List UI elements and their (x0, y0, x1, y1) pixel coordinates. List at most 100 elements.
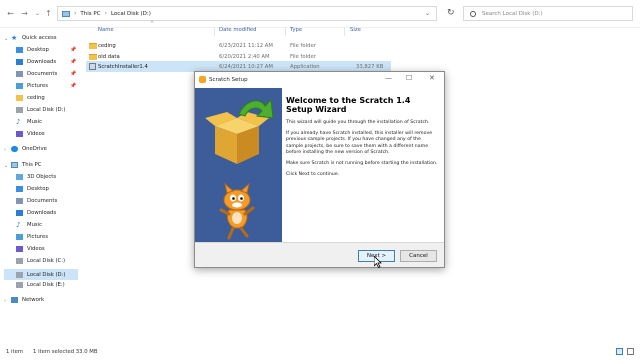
details-view-icon[interactable] (616, 348, 623, 355)
nav-pc-desktop[interactable]: Desktop (16, 186, 49, 192)
file-date: 6/23/2021 11:12 AM (219, 42, 273, 49)
dialog-titlebar[interactable]: Scratch Setup — ☐ ✕ (195, 72, 444, 88)
nav-pc-documents[interactable]: Documents (16, 198, 57, 204)
nav-label: Videos (27, 246, 45, 252)
file-type: File folder (290, 53, 316, 60)
nav-pc-music[interactable]: ♪ Music (16, 222, 42, 229)
minimize-icon[interactable]: — (385, 74, 392, 82)
nav-local-disk-d-quick[interactable]: Local Disk (D:) (16, 107, 65, 113)
breadcrumb-this-pc[interactable]: This PC (80, 11, 100, 17)
back-arrow-icon[interactable]: ← (4, 7, 17, 20)
column-header-name[interactable]: Name (98, 27, 114, 33)
nav-label: Pictures (27, 234, 48, 240)
status-selection: 1 item selected 33.0 MB (33, 349, 98, 355)
cancel-button[interactable]: Cancel (400, 250, 437, 262)
setup-app-icon (199, 76, 206, 83)
star-icon: ★ (11, 34, 18, 42)
large-icons-view-icon[interactable] (627, 348, 634, 355)
column-divider[interactable] (285, 27, 286, 36)
nav-3d-objects[interactable]: 3D Objects (16, 174, 56, 180)
dialog-title: Scratch Setup (209, 77, 248, 83)
nav-pictures[interactable]: Pictures (16, 83, 48, 89)
pin-icon: 📌 (70, 83, 77, 89)
column-header-date[interactable]: Date modified (219, 27, 257, 33)
desktop-icon (16, 47, 23, 53)
nav-label: Local Disk (C:) (27, 258, 66, 264)
address-bar[interactable]: › This PC › Local Disk (D:) ⌄ (57, 6, 437, 21)
nav-label: 3D Objects (27, 174, 57, 180)
breadcrumb-local-disk-d[interactable]: Local Disk (D:) (111, 11, 151, 17)
file-name: old data (98, 53, 120, 60)
documents-icon (16, 71, 23, 77)
chevron-right-icon: › (104, 10, 107, 17)
nav-downloads[interactable]: Downloads (16, 59, 56, 65)
nav-label: Network (22, 297, 45, 303)
file-row[interactable]: ceding 6/23/2021 11:12 AM File folder (86, 40, 391, 51)
column-divider[interactable] (214, 27, 215, 36)
nav-local-disk-c[interactable]: Local Disk (C:) (16, 258, 65, 264)
nav-ceding[interactable]: ceding (16, 95, 45, 101)
nav-music[interactable]: ♪ Music (16, 119, 42, 126)
maximize-icon[interactable]: ☐ (406, 74, 412, 82)
file-type: Application (290, 63, 320, 70)
nav-pc-pictures[interactable]: Pictures (16, 234, 48, 240)
documents-icon (16, 198, 23, 204)
file-explorer-window: ← → ⌄ ↑ › This PC › Local Disk (D:) ⌄ ↻ … (0, 0, 640, 360)
address-toolbar: ← → ⌄ ↑ › This PC › Local Disk (D:) ⌄ ↻ … (0, 0, 640, 28)
download-icon (16, 59, 23, 65)
file-type: File folder (290, 42, 316, 49)
nav-label: Desktop (27, 47, 49, 53)
videos-icon (16, 131, 23, 137)
nav-pc-downloads[interactable]: Downloads (16, 210, 56, 216)
nav-desktop[interactable]: Desktop (16, 47, 49, 53)
file-size: 33,827 KB (356, 63, 384, 70)
chevron-right-icon[interactable]: › (4, 147, 6, 153)
wizard-content: Welcome to the Scratch 1.4 Setup Wizard … (282, 88, 444, 242)
chevron-right-icon[interactable]: › (4, 298, 6, 304)
wizard-continue-text: Click Next to continue. (286, 172, 340, 178)
download-icon (16, 210, 23, 216)
folder-icon (16, 95, 23, 101)
pin-icon: 📌 (70, 47, 77, 53)
file-name: ceding (98, 42, 116, 49)
drive-icon (16, 107, 23, 113)
nav-local-disk-e[interactable]: Local Disk (E:) (16, 282, 65, 288)
drive-icon (16, 282, 23, 288)
nav-label: Quick access (22, 35, 57, 41)
wizard-running-text: Make sure Scratch is not running before … (286, 161, 438, 167)
view-toggle (616, 348, 634, 355)
nav-videos[interactable]: Videos (16, 131, 45, 137)
refresh-icon[interactable]: ↻ (447, 8, 455, 18)
drive-icon (16, 271, 23, 278)
wizard-intro-text: This wizard will guide you through the i… (286, 120, 430, 125)
chevron-down-icon[interactable]: ⌄ (4, 36, 8, 42)
file-name: ScratchInstaller1.4 (98, 63, 148, 70)
cloud-icon (11, 146, 18, 152)
nav-this-pc[interactable]: This PC (11, 162, 41, 168)
status-bar: 1 item 1 item selected 33.0 MB (0, 344, 640, 360)
nav-onedrive[interactable]: OneDrive (11, 146, 47, 152)
search-input[interactable]: Search Local Disk (D:) (463, 6, 633, 21)
nav-label: ceding (27, 95, 45, 101)
column-divider[interactable] (344, 27, 345, 36)
nav-label: Downloads (27, 210, 57, 216)
chevron-down-icon[interactable]: ⌄ (425, 10, 430, 17)
close-icon[interactable]: ✕ (429, 74, 435, 82)
file-date: 6/24/2021 10:27 AM (219, 63, 273, 70)
wizard-heading: Welcome to the Scratch 1.4 Setup Wizard (286, 96, 411, 114)
drive-icon (16, 258, 23, 264)
chevron-down-icon[interactable]: ⌄ (4, 163, 8, 169)
column-header-size[interactable]: Size (350, 27, 361, 33)
nav-quick-access[interactable]: ★ Quick access (11, 34, 57, 42)
scratch-box-cat-illustration (205, 98, 274, 240)
nav-label: Local Disk (E:) (27, 282, 65, 288)
nav-documents[interactable]: Documents (16, 71, 57, 77)
nav-pc-videos[interactable]: Videos (16, 246, 45, 252)
nav-local-disk-d[interactable]: Local Disk (D:) (4, 269, 78, 280)
cube-icon (16, 174, 23, 180)
forward-arrow-icon[interactable]: → (18, 7, 31, 20)
up-arrow-icon[interactable]: ↑ (42, 7, 55, 20)
nav-network[interactable]: Network (11, 297, 44, 303)
column-header-type[interactable]: Type (290, 27, 302, 33)
pin-icon: 📌 (70, 71, 77, 77)
